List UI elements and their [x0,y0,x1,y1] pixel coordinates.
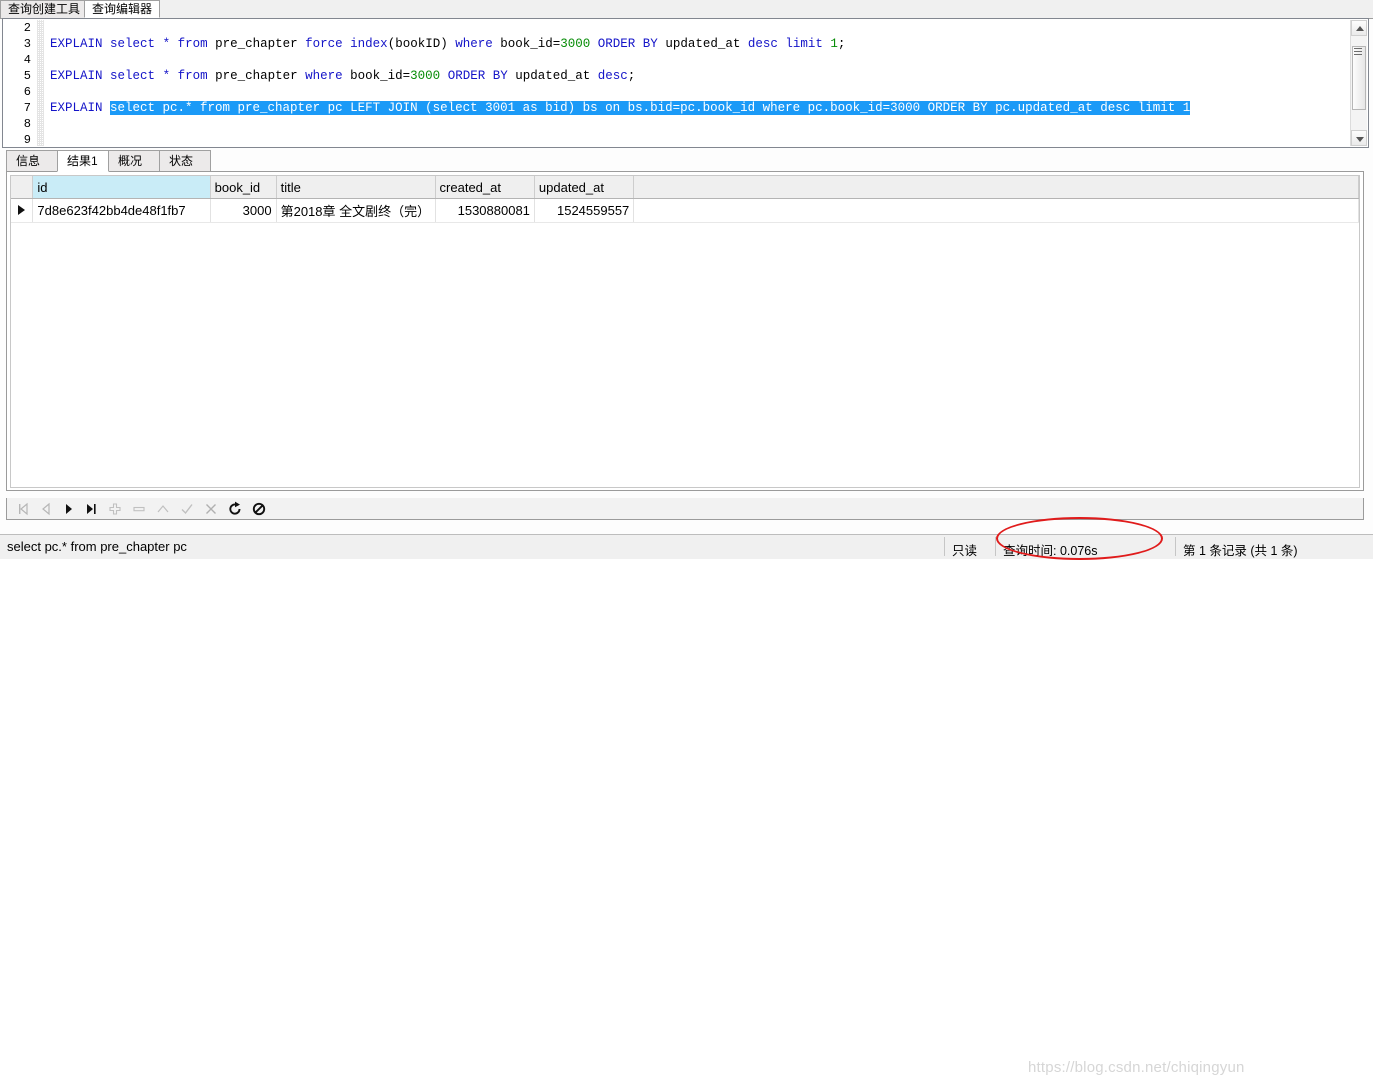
result-grid-viewport[interactable]: id book_id title created_at updated_at 7d8e6… [10,175,1360,488]
column-header-title[interactable]: title [276,176,436,199]
table-row[interactable]: 7d8e623f42bb4de48f1fb7 3000 第2018章 全文剧终（完）… [11,198,1359,223]
previous-record-icon[interactable] [37,500,55,518]
table-body[interactable]: 7d8e623f42bb4de48f1fb7 3000 第2018章 全文剧终（完）… [11,198,1359,223]
column-header-id[interactable]: id [32,176,211,199]
result-tab-1[interactable]: 结果1 [57,150,109,172]
line-number: 5 [23,69,31,83]
line-number: 6 [23,85,31,99]
sql-editor-panel[interactable]: 2 3 EXPLAIN select * from pre_chapter forc… [2,18,1369,148]
code-line[interactable]: 7 EXPLAIN select pc.* from pre_chapter pc… [4,100,1352,116]
code-line-text[interactable]: EXPLAIN select * from pre_chapter where … [50,68,635,84]
cancel-icon[interactable] [202,500,220,518]
current-row-pointer-icon [11,198,34,223]
selected-sql-text[interactable]: select pc.* from pre_chapter pc LEFT JOI… [110,101,1191,115]
delete-record-icon[interactable] [130,500,148,518]
status-separator-2 [995,537,996,556]
navicat-query-window: 查询创建工具 查询编辑器 2 3 EXPLAIN select * from pre… [0,0,1373,1076]
code-line[interactable]: 4 [4,52,1352,68]
stop-icon[interactable] [250,500,268,518]
result-tab-0[interactable]: 信息 [6,150,58,172]
code-line-text[interactable]: EXPLAIN select pc.* from pre_chapter pc … [50,100,1191,116]
status-readonly: 只读 [952,544,978,558]
status-sql-text: select pc.* from pre_chapter pc [7,539,187,554]
refresh-icon[interactable] [226,500,244,518]
code-line[interactable]: 2 [4,20,1352,36]
top-tabstrip: 查询创建工具 查询编辑器 [0,0,1373,19]
code-line-text[interactable]: EXPLAIN select * from pre_chapter force … [50,36,845,52]
result-tab-2[interactable]: 概况 [108,150,160,172]
cell-title[interactable]: 第2018章 全文剧终（完） [276,198,436,223]
code-line[interactable]: 8 [4,116,1352,132]
cell-book_id[interactable]: 3000 [210,198,277,223]
tab-query-builder[interactable]: 查询创建工具 [0,0,89,18]
result-table[interactable]: id book_id title created_at updated_at 7d8e6… [11,176,1359,223]
cell-created_at[interactable]: 1530880081 [435,198,535,223]
result-tab-3[interactable]: 状态 [159,150,211,172]
code-line[interactable]: 3 EXPLAIN select * from pre_chapter force… [4,36,1352,52]
status-bar: select pc.* from pre_chapter pc 只读 https… [0,534,1373,1076]
code-line[interactable]: 6 [4,84,1352,100]
row-marker-header [11,176,34,199]
first-record-icon[interactable] [15,500,33,518]
code-line[interactable]: 9 [4,132,1352,146]
confirm-icon[interactable] [178,500,196,518]
status-query-time: 查询时间: 0.076s [1003,544,1098,558]
cell-updated_at[interactable]: 1524559557 [534,198,635,223]
editor-vertical-scrollbar[interactable] [1350,20,1367,146]
last-record-icon[interactable] [82,500,100,518]
next-record-icon[interactable] [60,500,78,518]
add-record-icon[interactable] [106,500,124,518]
edit-record-icon[interactable] [154,500,172,518]
result-grid-panel[interactable]: id book_id title created_at updated_at 7d8e6… [6,171,1364,491]
cell-filler [633,198,1359,223]
sql-code-area[interactable]: 2 3 EXPLAIN select * from pre_chapter forc… [4,20,1352,146]
status-record-count: 第 1 条记录 (共 1 条) [1183,544,1298,558]
line-number: 8 [23,117,31,131]
scroll-down-icon[interactable] [1351,130,1367,146]
line-number: 9 [23,133,31,146]
line-number: 2 [23,21,31,35]
scrollbar-thumb[interactable] [1352,46,1366,110]
code-line[interactable]: 5 EXPLAIN select * from pre_chapter where… [4,68,1352,84]
cell-id[interactable]: 7d8e623f42bb4de48f1fb7 [32,198,211,223]
column-header-book_id[interactable]: book_id [210,176,277,199]
tab-query-editor[interactable]: 查询编辑器 [84,0,161,18]
scroll-up-icon[interactable] [1351,20,1367,36]
sql-editor-viewport[interactable]: 2 3 EXPLAIN select * from pre_chapter forc… [4,20,1352,146]
column-header-filler [633,176,1359,199]
line-number: 4 [23,53,31,67]
watermark-text: https://blog.csdn.net/chiqingyun [1028,1059,1245,1076]
column-header-created_at[interactable]: created_at [435,176,535,199]
column-header-updated_at[interactable]: updated_at [534,176,635,199]
line-number: 7 [23,101,31,115]
status-separator-1 [944,537,945,556]
line-number: 3 [23,37,31,51]
record-navigation-toolbar [6,498,1364,520]
scrollbar-grip-icon [1354,46,1362,55]
status-separator-3 [1175,537,1176,556]
table-header-row: id book_id title created_at updated_at [11,176,1359,199]
